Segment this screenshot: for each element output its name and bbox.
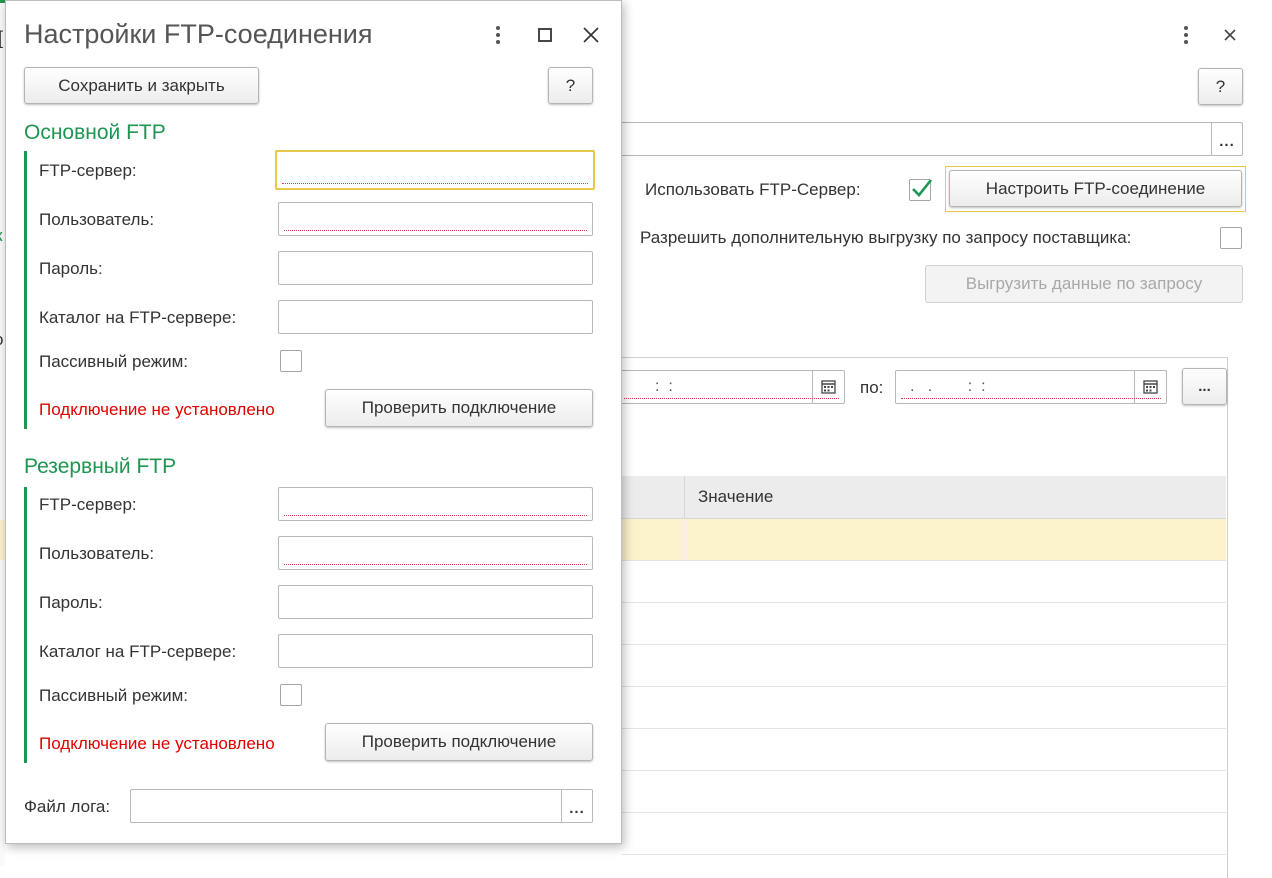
- table-row[interactable]: [622, 644, 1226, 645]
- backup-passive-checkbox[interactable]: [280, 684, 302, 706]
- primary-passive-label: Пассивный режим:: [39, 352, 189, 371]
- table-row[interactable]: [622, 854, 1226, 855]
- primary-password-field[interactable]: [278, 251, 593, 285]
- table-row[interactable]: [622, 686, 1226, 687]
- backup-status-text: Подключение не установлено: [39, 734, 275, 753]
- primary-server-label: FTP-сервер:: [39, 161, 137, 180]
- backup-server-field[interactable]: [278, 487, 593, 521]
- primary-password-label: Пароль:: [39, 259, 103, 278]
- primary-passive-checkbox[interactable]: [280, 350, 302, 372]
- table-column-value[interactable]: Значение: [698, 487, 773, 507]
- dialog-title: Настройки FTP-соединения: [24, 19, 373, 49]
- primary-ftp-section-bar: [24, 151, 27, 429]
- backup-ftp-title: Резервный FTP: [24, 455, 177, 478]
- table-row[interactable]: [622, 728, 1226, 729]
- primary-user-label: Пользователь:: [39, 210, 155, 229]
- date-to-value: . . : :: [910, 378, 986, 395]
- left-edge-glyph: [: [0, 28, 3, 49]
- period-to-label: по:: [860, 378, 884, 397]
- save-and-close-button[interactable]: Сохранить и закрыть: [24, 67, 259, 104]
- calendar-icon[interactable]: [812, 371, 844, 403]
- table-row-selected[interactable]: [622, 519, 1226, 560]
- left-edge-link: к: [0, 226, 2, 246]
- period-select-button[interactable]: ...: [1182, 368, 1227, 405]
- date-from-value: : :: [655, 378, 673, 395]
- backup-password-label: Пароль:: [39, 593, 103, 612]
- primary-catalog-field[interactable]: [278, 300, 593, 334]
- use-ftp-checkbox[interactable]: [909, 179, 933, 201]
- allow-extra-export-checkbox[interactable]: [1220, 227, 1242, 249]
- dialog-more-icon[interactable]: [490, 24, 506, 46]
- backup-password-field[interactable]: [278, 585, 593, 619]
- backup-user-field[interactable]: [278, 536, 593, 570]
- table-row[interactable]: [622, 770, 1226, 771]
- primary-ftp-title: Основной FTP: [24, 121, 166, 144]
- backup-catalog-field[interactable]: [278, 634, 593, 668]
- allow-extra-export-label: Разрешить дополнительную выгрузку по зап…: [640, 228, 1132, 247]
- backup-server-label: FTP-сервер:: [39, 495, 137, 514]
- checkmark-icon: [912, 179, 933, 197]
- date-from-field[interactable]: : :: [618, 370, 845, 404]
- maximize-icon[interactable]: [537, 27, 553, 43]
- calendar-icon[interactable]: [1134, 371, 1166, 403]
- bg-more-icon[interactable]: [1178, 24, 1194, 46]
- table-row[interactable]: [622, 812, 1226, 813]
- table-header-divider: [684, 476, 685, 518]
- log-file-select-button[interactable]: ...: [561, 790, 592, 822]
- primary-status-text: Подключение не установлено: [39, 400, 275, 419]
- primary-check-connection-button[interactable]: Проверить подключение: [325, 389, 593, 427]
- close-icon[interactable]: [582, 26, 600, 44]
- bg-help-button[interactable]: ?: [1198, 68, 1243, 105]
- bg-close-icon[interactable]: [1222, 27, 1238, 43]
- table-row-divider: [684, 519, 685, 560]
- backup-passive-label: Пассивный режим:: [39, 686, 189, 705]
- primary-user-field[interactable]: [278, 202, 593, 236]
- log-file-label: Файл лога:: [24, 797, 111, 816]
- bg-lower-panel: [622, 357, 1228, 878]
- log-file-field[interactable]: ...: [130, 789, 593, 823]
- table-row[interactable]: [622, 602, 1226, 603]
- primary-server-field[interactable]: [275, 150, 595, 190]
- table-header: Значение: [622, 476, 1226, 519]
- table-row[interactable]: [622, 560, 1226, 561]
- backup-catalog-label: Каталог на FTP-сервере:: [39, 642, 237, 661]
- dialog-help-button[interactable]: ?: [548, 67, 593, 104]
- configure-ftp-button[interactable]: Настроить FTP-соединение: [949, 170, 1242, 207]
- left-edge-glyph-2: о: [0, 330, 3, 350]
- bg-select-field[interactable]: ...: [620, 122, 1243, 156]
- backup-check-connection-button[interactable]: Проверить подключение: [325, 723, 593, 761]
- export-on-request-button[interactable]: Выгрузить данные по запросу: [925, 265, 1243, 303]
- use-ftp-label: Использовать FTP-Сервер:: [645, 180, 861, 199]
- primary-catalog-label: Каталог на FTP-сервере:: [39, 308, 237, 327]
- date-to-field[interactable]: . . : :: [895, 370, 1167, 404]
- bg-select-field-button[interactable]: ...: [1211, 123, 1242, 155]
- ftp-settings-dialog: Настройки FTP-соединения Сохранить и зак…: [5, 0, 622, 844]
- backup-user-label: Пользователь:: [39, 544, 155, 563]
- backup-ftp-section-bar: [24, 487, 27, 763]
